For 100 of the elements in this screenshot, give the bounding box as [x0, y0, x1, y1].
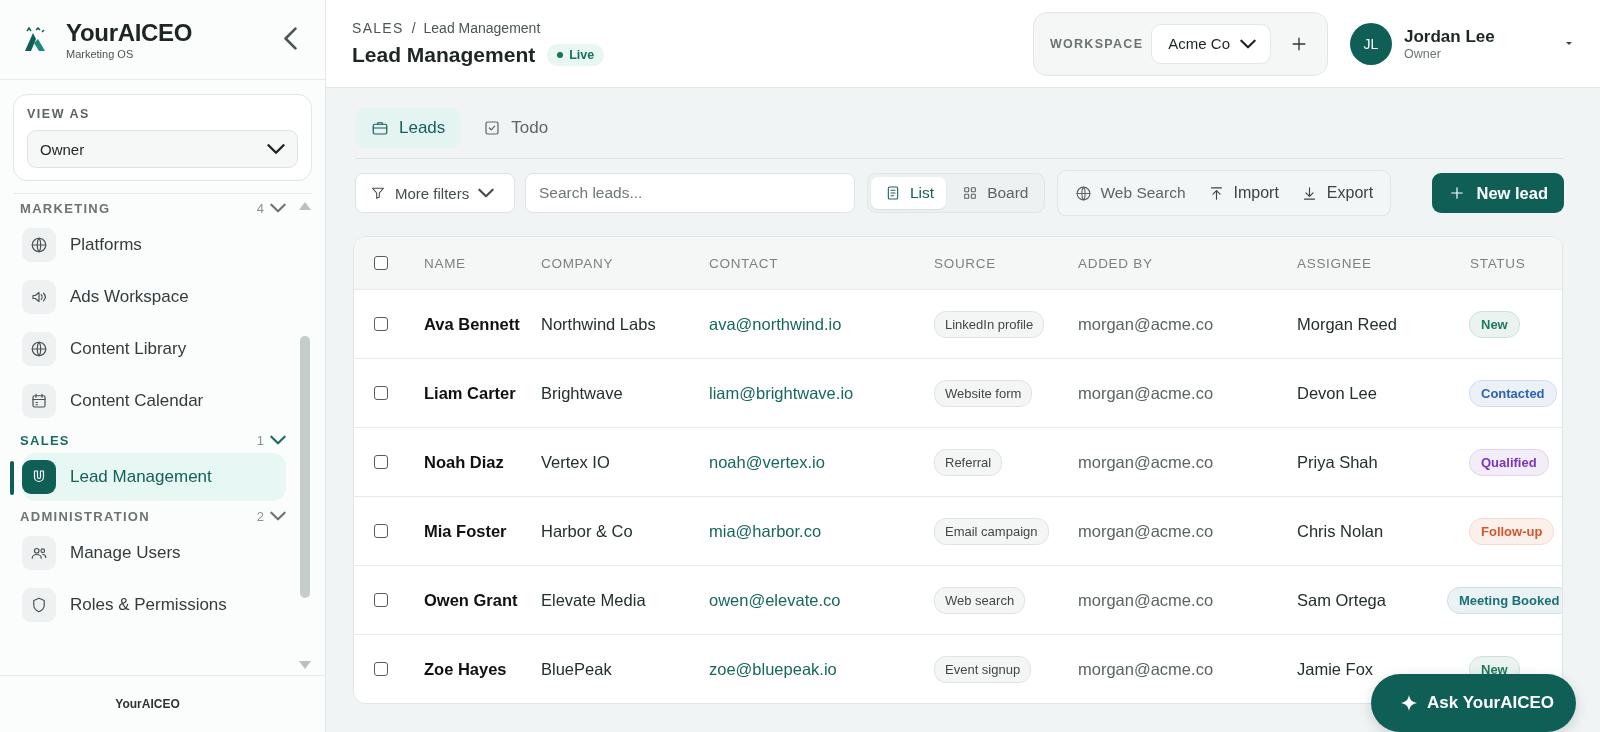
new-lead-button[interactable]: New lead: [1432, 173, 1564, 213]
chevron-left-icon: [282, 26, 299, 50]
section-count: 4: [256, 200, 264, 216]
document-icon: [885, 185, 901, 201]
filter-button[interactable]: More filters: [355, 173, 515, 213]
email-link[interactable]: liam@brightwave.io: [709, 383, 934, 403]
row-checkbox[interactable]: [374, 455, 388, 469]
column-header: COMPANY: [541, 255, 615, 271]
status-badge: Contacted: [1469, 379, 1557, 407]
row-checkbox[interactable]: [374, 386, 388, 400]
section-title: MARKETING: [20, 200, 112, 216]
view-as-select[interactable]: Owner: [27, 130, 298, 168]
ask-button[interactable]: Ask YourAICEO: [1371, 674, 1576, 732]
breadcrumb-page: Lead Management: [423, 20, 541, 36]
lead-name: Liam Carter: [424, 383, 517, 403]
search-field[interactable]: Search leads...: [525, 173, 855, 213]
workspace-select[interactable]: Acme Co: [1151, 23, 1271, 64]
table-cell-text: Northwind Labs: [541, 314, 657, 334]
table-cell-text: Vertex IO: [541, 452, 611, 472]
lead-name: Zoe Hayes: [424, 659, 508, 679]
table-cell-text: Brightwave: [541, 383, 624, 403]
table-cell-text: morgan@acme.co: [1078, 452, 1215, 472]
select-all-checkbox[interactable]: [374, 256, 388, 270]
row-checkbox[interactable]: [374, 593, 388, 607]
globe-icon: [30, 340, 48, 358]
source-tag: Email campaign: [934, 517, 1049, 545]
email-link[interactable]: owen@elevate.co: [709, 590, 934, 610]
sidebar-item-label: Roles & Permissions: [70, 595, 227, 615]
user-avatar: JL: [1350, 22, 1392, 65]
table-cell-text: Devon Lee: [1297, 383, 1378, 403]
user-name: Jordan Lee: [1404, 26, 1496, 47]
source-tag: Event signup: [934, 655, 1032, 683]
table-cell-text: Morgan Reed: [1297, 314, 1398, 334]
globe-icon: [1074, 184, 1092, 202]
sidebar-item[interactable]: Roles & Permissions: [22, 581, 286, 629]
grid-icon: [962, 185, 979, 201]
sparkle-icon: [1401, 695, 1418, 711]
section-title: ADMINISTRATION: [20, 508, 151, 524]
action-button[interactable]: Export: [1291, 175, 1383, 211]
tab[interactable]: Todo: [467, 108, 565, 148]
chevron-down-icon: [270, 202, 286, 214]
chevron-down-icon: [478, 187, 495, 199]
section-title: SALES: [20, 432, 71, 448]
row-checkbox[interactable]: [374, 317, 388, 331]
column-header: NAME: [424, 255, 467, 271]
table-cell-text: Chris Nolan: [1297, 521, 1385, 541]
column-header: ASSIGNEE: [1297, 255, 1373, 271]
view-button[interactable]: List: [871, 177, 947, 209]
section-count: 2: [256, 508, 264, 524]
user-menu[interactable]: JL Jordan Lee Owner: [1348, 22, 1574, 65]
lead-name: Noah Diaz: [424, 452, 505, 472]
sidebar-item-label: Content Calendar: [70, 391, 204, 411]
table-cell-text: BluePeak: [541, 659, 613, 679]
sidebar-item[interactable]: Content Library: [22, 325, 286, 373]
chevron-down-icon: [1240, 37, 1256, 50]
status-badge: New: [1469, 310, 1520, 338]
chevron-down-icon: [270, 510, 286, 522]
live-badge: Live: [547, 44, 605, 66]
column-header: ADDED BY: [1078, 255, 1154, 271]
source-tag: Web search: [934, 586, 1026, 614]
view-as-label: VIEW AS: [27, 107, 91, 121]
source-tag: LinkedIn profile: [934, 310, 1045, 338]
email-link[interactable]: mia@harbor.co: [709, 521, 934, 541]
logo-icon: [22, 26, 48, 53]
table-cell-text: morgan@acme.co: [1078, 521, 1215, 541]
brand-name: YourAICEO: [66, 19, 194, 47]
sidebar-item-label: Platforms: [70, 235, 142, 255]
tab[interactable]: Leads: [355, 108, 462, 148]
active-indicator: [10, 461, 14, 495]
chevron-down-icon: [270, 434, 286, 446]
row-checkbox[interactable]: [374, 662, 388, 676]
sidebar-item[interactable]: Platforms: [22, 221, 286, 269]
action-button[interactable]: Web Search: [1065, 175, 1195, 211]
email-link[interactable]: zoe@bluepeak.io: [709, 659, 934, 679]
email-link[interactable]: ava@northwind.io: [709, 314, 934, 334]
sidebar-item[interactable]: Content Calendar: [22, 377, 286, 425]
shield-icon: [30, 596, 48, 614]
source-tag: Website form: [934, 379, 1033, 407]
sidebar-item[interactable]: Manage Users: [22, 529, 286, 577]
table-cell-text: morgan@acme.co: [1078, 659, 1215, 679]
sidebar-item[interactable]: Ads Workspace: [22, 273, 286, 321]
breadcrumb-separator: /: [411, 20, 416, 36]
view-button[interactable]: Board: [948, 177, 1041, 209]
table-cell-text: Priya Shah: [1297, 452, 1379, 472]
sidebar-item-label: Content Library: [70, 339, 187, 359]
email-link[interactable]: noah@vertex.io: [709, 452, 934, 472]
column-header: SOURCE: [934, 255, 997, 271]
caret-icon: [1566, 42, 1572, 45]
row-checkbox[interactable]: [374, 524, 388, 538]
globe-icon: [30, 236, 48, 254]
status-badge: Follow-up: [1469, 517, 1555, 545]
sidebar-item-label: Manage Users: [70, 543, 181, 563]
table-cell-text: morgan@acme.co: [1078, 383, 1215, 403]
action-button[interactable]: Import: [1198, 175, 1288, 211]
page-title: Lead Management: [352, 43, 536, 67]
breadcrumb-section[interactable]: SALES: [352, 20, 404, 36]
status-badge: Qualified: [1469, 448, 1549, 476]
table-cell-text: morgan@acme.co: [1078, 314, 1215, 334]
lead-name: Owen Grant: [424, 590, 519, 610]
table-cell-text: Harbor & Co: [541, 521, 634, 541]
